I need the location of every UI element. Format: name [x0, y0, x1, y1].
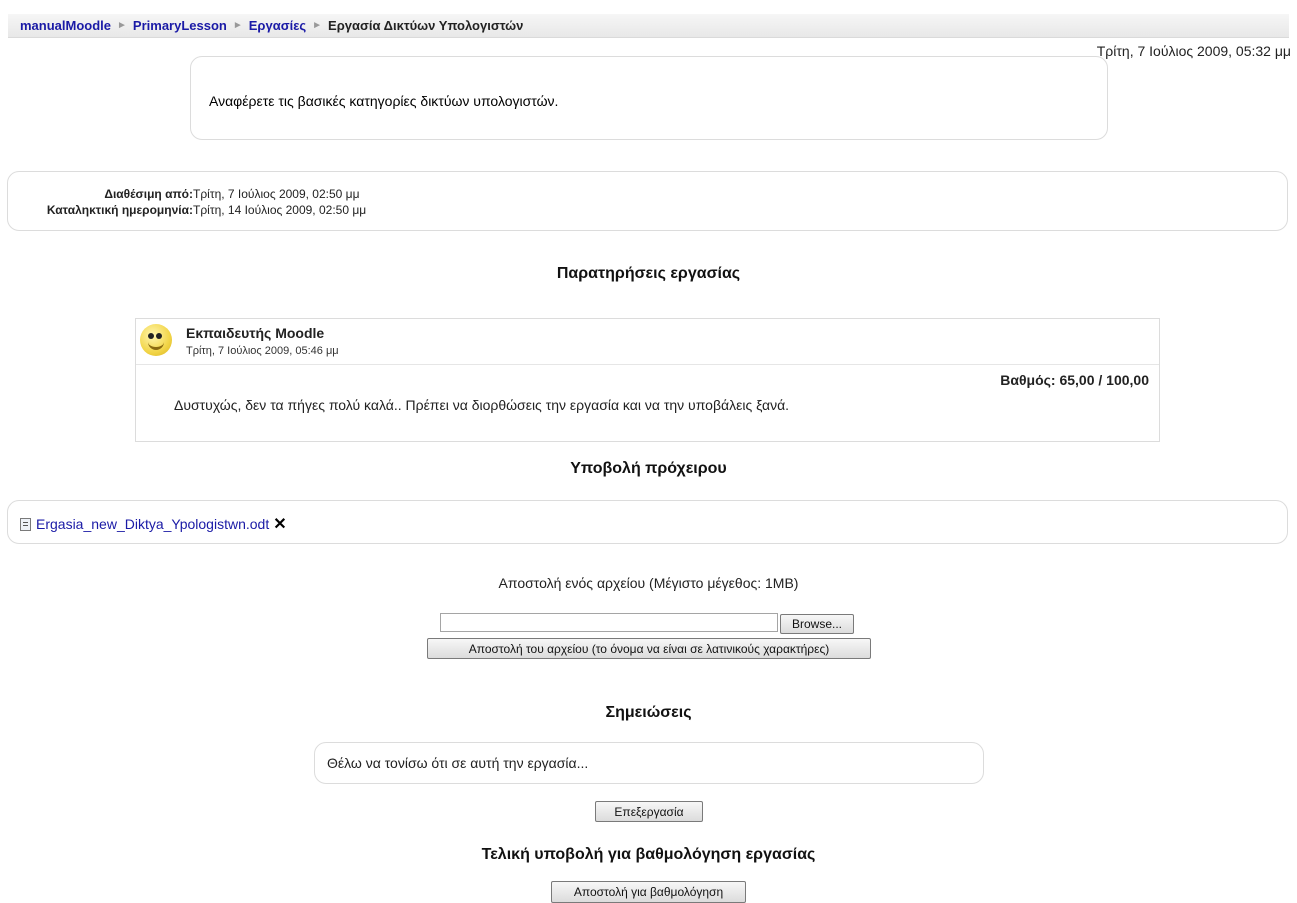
breadcrumb-separator: ►: [312, 20, 323, 31]
breadcrumb-separator: ►: [232, 20, 243, 31]
draft-files-box: Ergasia_new_Diktya_Ypologistwn.odt ✕: [7, 500, 1288, 544]
breadcrumb-link-course[interactable]: PrimaryLesson: [133, 18, 227, 33]
breadcrumb-separator: ►: [117, 20, 127, 31]
due-date-value: Τρίτη, 14 Ιούλιος 2009, 02:50 μμ: [193, 203, 367, 217]
draft-heading: Υποβολή πρόχειρου: [570, 460, 727, 477]
available-date-row: Διαθέσιμη από: Τρίτη, 7 Ιούλιος 2009, 02…: [8, 186, 1287, 202]
final-submission-heading: Τελική υποβολή για βαθμολόγηση εργασίας: [481, 846, 816, 863]
feedback-box: Εκπαιδευτής Moodle Τρίτη, 7 Ιούλιος 2009…: [135, 318, 1160, 442]
teacher-avatar-smiley-icon: [140, 324, 172, 356]
submit-for-grading-button[interactable]: Αποστολή για βαθμολόγηση: [551, 881, 746, 903]
assignment-dates-box: Διαθέσιμη από: Τρίτη, 7 Ιούλιος 2009, 02…: [7, 171, 1288, 231]
due-date-row: Καταληκτική ημερομηνία: Τρίτη, 14 Ιούλιο…: [8, 202, 1287, 218]
file-path-input[interactable]: [440, 613, 778, 632]
assignment-intro-text: Αναφέρετε τις βασικές κατηγορίες δικτύων…: [209, 93, 559, 109]
document-icon: [20, 517, 31, 531]
breadcrumb: manualMoodle ► PrimaryLesson ► Εργασίες …: [8, 14, 1289, 38]
feedback-header: Εκπαιδευτής Moodle Τρίτη, 7 Ιούλιος 2009…: [136, 319, 1159, 365]
notes-text: Θέλω να τονίσω ότι σε αυτή την εργασία..…: [327, 755, 589, 771]
send-file-button[interactable]: Αποστολή του αρχείου (το όνομα να είναι …: [427, 638, 871, 659]
draft-file-entry: Ergasia_new_Diktya_Ypologistwn.odt ✕: [20, 514, 287, 534]
assignment-intro-box: Αναφέρετε τις βασικές κατηγορίες δικτύων…: [190, 56, 1108, 140]
available-date-label: Διαθέσιμη από:: [104, 187, 193, 201]
notes-heading: Σημειώσεις: [605, 704, 692, 721]
upload-label: Αποστολή ενός αρχείου (Μέγιστο μέγεθος: …: [498, 575, 799, 591]
breadcrumb-link-assignments[interactable]: Εργασίες: [249, 18, 306, 33]
notes-box: Θέλω να τονίσω ότι σε αυτή την εργασία..…: [314, 742, 984, 784]
edit-notes-button[interactable]: Επεξεργασία: [595, 801, 703, 822]
available-date-value: Τρίτη, 7 Ιούλιος 2009, 02:50 μμ: [193, 187, 360, 201]
grade-value: Βαθμός: 65,00 / 100,00: [1000, 372, 1149, 388]
breadcrumb-current: Εργασία Δικτύων Υπολογιστών: [328, 18, 524, 33]
breadcrumb-link-course-site[interactable]: manualMoodle: [20, 18, 111, 33]
feedback-text: Δυστυχώς, δεν τα πήγες πολύ καλά.. Πρέπε…: [174, 397, 790, 413]
current-datetime: Τρίτη, 7 Ιούλιος 2009, 05:32 μμ: [1096, 43, 1291, 59]
feedback-date: Τρίτη, 7 Ιούλιος 2009, 05:46 μμ: [186, 345, 339, 357]
browse-button[interactable]: Browse...: [780, 614, 854, 634]
draft-file-link[interactable]: Ergasia_new_Diktya_Ypologistwn.odt: [36, 516, 269, 532]
feedback-heading: Παρατηρήσεις εργασίας: [556, 265, 741, 282]
teacher-name: Εκπαιδευτής Moodle: [186, 325, 325, 341]
delete-file-icon[interactable]: ✕: [273, 514, 286, 534]
due-date-label: Καταληκτική ημερομηνία:: [46, 203, 193, 217]
